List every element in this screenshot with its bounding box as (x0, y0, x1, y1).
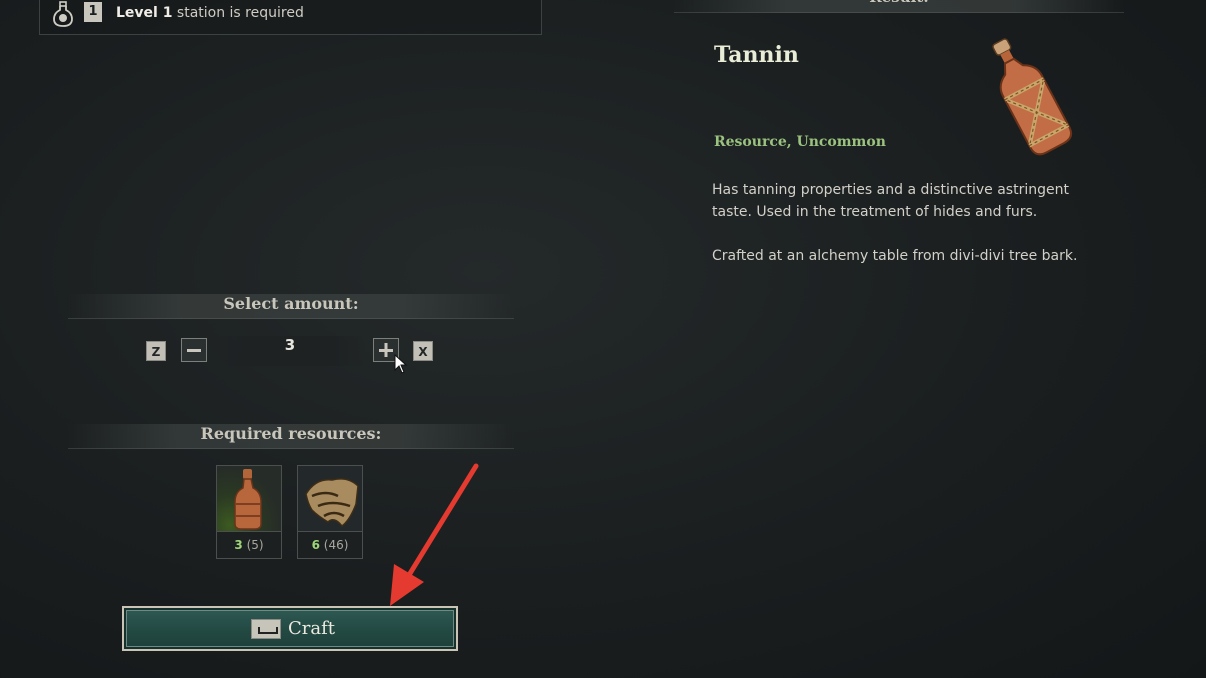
space-key-icon (251, 619, 281, 639)
craft-label: Craft (288, 618, 336, 639)
item-type: Resource, Uncommon (714, 134, 886, 150)
station-requirement: 1 Level 1 station is required (39, 0, 542, 35)
mouse-cursor-icon (394, 354, 408, 374)
wooden-bottle-icon (217, 466, 281, 532)
resource-count: 6 (46) (298, 531, 362, 558)
item-description-paragraph: Has tanning properties and a distinctive… (712, 182, 1069, 220)
minus-icon (187, 349, 201, 352)
result-header: Result: (674, 0, 1124, 13)
red-arrow-annotation (390, 463, 479, 606)
resource-slot[interactable]: 6 (46) (297, 465, 363, 559)
alchemy-flask-icon (53, 1, 73, 27)
item-name: Tannin (714, 42, 799, 68)
increase-key-hint[interactable]: X (413, 341, 433, 361)
decrease-button[interactable] (181, 338, 207, 362)
item-description-paragraph: Crafted at an alchemy table from divi-di… (712, 248, 1078, 264)
level-label: Level 1 (116, 5, 173, 21)
required-resources-header: Required resources: (68, 424, 514, 449)
level-badge: 1 (84, 2, 102, 22)
select-amount-header: Select amount: (68, 294, 514, 319)
decrease-key-hint[interactable]: Z (146, 341, 166, 361)
item-description: Has tanning properties and a distinctive… (712, 179, 1092, 289)
bark-hide-icon (305, 478, 359, 528)
tannin-bottle-icon (992, 38, 1073, 156)
resource-count: 3 (5) (217, 531, 281, 558)
requirement-text: station is required (176, 5, 304, 21)
station-requirement-text: Level 1 station is required (116, 5, 304, 21)
amount-value[interactable]: 3 (214, 336, 366, 366)
resource-slot[interactable]: 3 (5) (216, 465, 282, 559)
